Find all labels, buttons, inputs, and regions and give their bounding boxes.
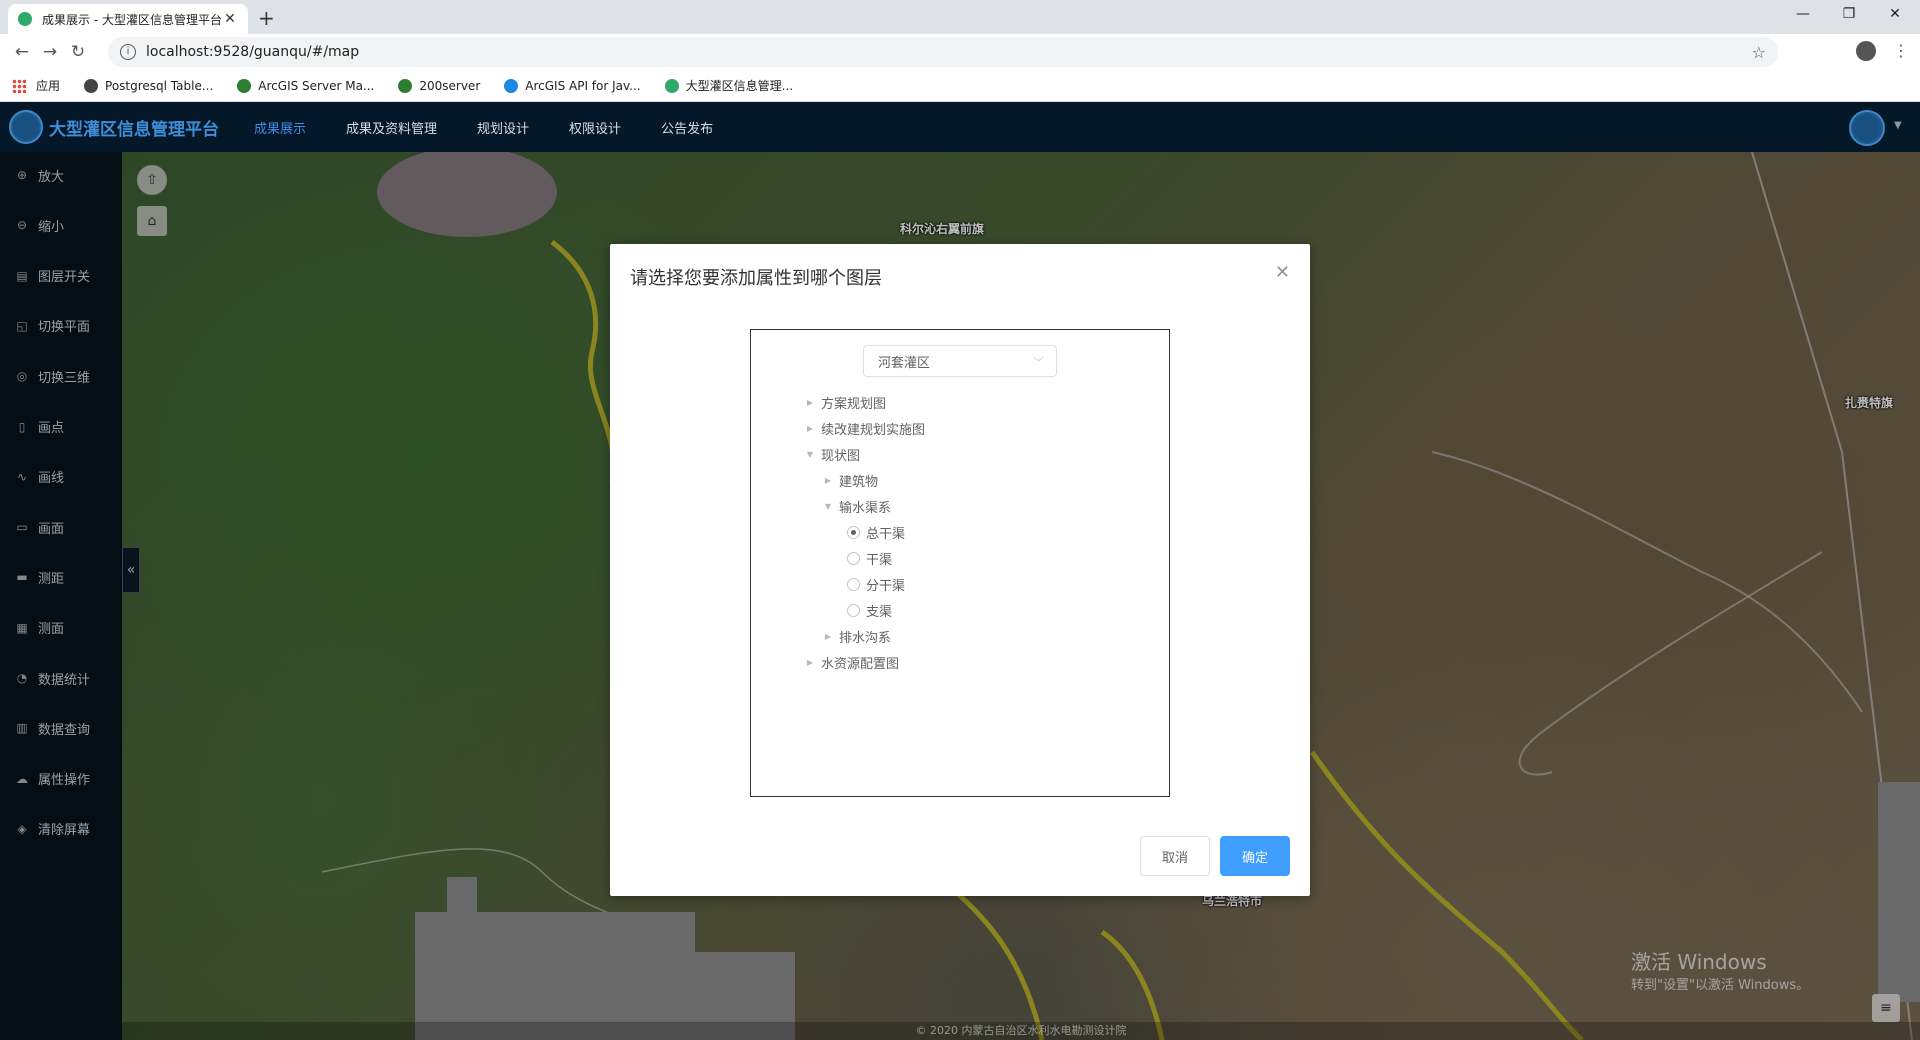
top-nav: 成果展示 成果及资料管理 规划设计 权限设计 公告发布 [254,118,753,137]
url-text: localhost:9528/guanqu/#/map [146,44,360,60]
nav-item[interactable]: 权限设计 [569,118,621,137]
bookmark-star-icon[interactable]: ☆ [1752,43,1766,62]
tree-node-label: 方案规划图 [821,396,887,412]
tree-radio-option[interactable]: 干渠 [847,548,892,568]
tree-node-label: 水资源配置图 [821,656,900,672]
bookmark-label: 大型灌区信息管理... [685,79,794,93]
nav-item[interactable]: 规划设计 [477,118,529,137]
brand-title: 大型灌区信息管理平台 [49,119,219,140]
radio-button[interactable] [847,577,860,591]
restore-icon[interactable]: ❐ [1826,0,1872,30]
tree-node[interactable]: ▼ 现状图 [803,444,860,464]
url-input[interactable]: i localhost:9528/guanqu/#/map ☆ [108,37,1778,67]
browser-tab[interactable]: 成果展示 - 大型灌区信息管理平台 ✕ [8,4,248,34]
bookmark-label: ArcGIS API for Jav... [525,78,641,93]
forward-icon[interactable]: → [36,42,64,62]
tree-radio-option[interactable]: 总干渠 [847,522,905,542]
browser-tabbar: 成果展示 - 大型灌区信息管理平台 ✕ + — ❐ ✕ [0,0,1920,34]
bookmark-item[interactable]: 200server [398,78,481,93]
tree-node[interactable]: ▶ 水资源配置图 [803,652,899,672]
nav-item[interactable]: 公告发布 [661,118,713,137]
tree-node-label: 总干渠 [866,526,906,542]
bookmark-item[interactable]: 大型灌区信息管理... [664,77,794,94]
browser-menu-icon[interactable]: ⋮ [1893,41,1909,60]
tree-radio-option[interactable]: 支渠 [847,600,892,620]
tree-node[interactable]: ▶ 方案规划图 [803,392,886,412]
layer-tree-panel: 河套灌区 ﹀ ▶ 方案规划图 ▶ 续改建规划实施图 ▼ 现状图 ▶ 建筑物 ▼ 输水渠系总干渠干渠… [750,329,1170,797]
caret-right-icon[interactable]: ▶ [803,398,817,407]
tree-node-label: 分干渠 [866,578,906,594]
tree-node[interactable]: ▶ 续改建规划实施图 [803,418,925,438]
nav-item[interactable]: 成果展示 [254,118,306,137]
tree-node[interactable]: ▼ 输水渠系 [821,496,891,516]
tree-node[interactable]: ▶ 排水沟系 [821,626,891,646]
reload-icon[interactable]: ↻ [64,42,92,62]
chevron-down-icon: ﹀ [1033,356,1044,369]
caret-down-icon[interactable]: ▼ [803,450,817,459]
region-select[interactable]: 河套灌区 ﹀ [863,345,1057,377]
account-icon[interactable] [1856,41,1876,61]
confirm-button[interactable]: 确定 [1220,836,1290,876]
tree-node[interactable]: ▶ 建筑物 [821,470,878,490]
tree-node-label: 排水沟系 [839,630,892,646]
bookmark-label: 200server [419,78,481,93]
bookmark-favicon-icon [84,78,99,93]
bookmark-item[interactable]: ArcGIS API for Jav... [504,78,641,93]
brand-logo [9,110,43,144]
dialog-close-icon[interactable]: ✕ [1275,262,1290,283]
address-bar: ← → ↻ i localhost:9528/guanqu/#/map ☆ ⋮ [0,34,1920,70]
bookmark-item[interactable]: Postgresql Table... [84,78,214,93]
caret-right-icon[interactable]: ▶ [803,424,817,433]
app-header: 大型灌区信息管理平台 成果展示 成果及资料管理 规划设计 权限设计 公告发布 ▼ [0,102,1920,152]
bookmark-label: 应用 [36,79,61,93]
tree-node-label: 支渠 [866,604,893,620]
bookmark-favicon-icon [237,78,252,93]
user-avatar[interactable] [1849,110,1885,146]
region-select-value: 河套灌区 [878,355,931,371]
window-close-icon[interactable]: ✕ [1872,0,1918,30]
bookmark-favicon-icon [664,78,679,93]
tab-favicon-icon [18,12,32,26]
caret-right-icon[interactable]: ▶ [821,632,835,641]
tree-node-label: 建筑物 [839,474,879,490]
site-info-icon[interactable]: i [120,44,136,60]
tree-node-label: 干渠 [866,552,893,568]
bookmark-favicon-icon [398,78,413,93]
radio-button[interactable] [847,525,860,539]
caret-down-icon[interactable]: ▼ [821,502,835,511]
tab-close-icon[interactable]: ✕ [222,11,238,27]
radio-button[interactable] [847,551,860,565]
bookmark-favicon-icon [504,78,519,93]
tree-node-label: 输水渠系 [839,500,892,516]
new-tab-icon[interactable]: + [258,6,275,30]
layer-select-dialog: 请选择您要添加属性到哪个图层 ✕ 河套灌区 ﹀ ▶ 方案规划图 ▶ 续改建规划实施图 ▼… [610,244,1310,896]
tab-title: 成果展示 - 大型灌区信息管理平台 [42,12,222,27]
bookmarks-bar: 应用 Postgresql Table... ArcGIS Server Ma...… [0,70,1920,102]
user-caret-icon[interactable]: ▼ [1894,120,1902,131]
bookmark-item[interactable]: ArcGIS Server Ma... [237,78,375,93]
tree-node-label: 现状图 [821,448,861,464]
bookmark-label: Postgresql Table... [105,78,214,93]
tree-node-label: 续改建规划实施图 [821,422,926,438]
minimize-icon[interactable]: — [1780,0,1826,30]
caret-right-icon[interactable]: ▶ [803,658,817,667]
apps-icon [12,78,26,93]
radio-button[interactable] [847,603,860,617]
nav-item[interactable]: 成果及资料管理 [346,118,437,137]
caret-right-icon[interactable]: ▶ [821,476,835,485]
back-icon[interactable]: ← [8,42,36,62]
bookmark-label: ArcGIS Server Ma... [258,78,375,93]
cancel-button[interactable]: 取消 [1140,836,1210,876]
dialog-title: 请选择您要添加属性到哪个图层 [630,268,882,289]
bookmark-item[interactable]: 应用 [12,77,60,94]
tree-radio-option[interactable]: 分干渠 [847,574,905,594]
